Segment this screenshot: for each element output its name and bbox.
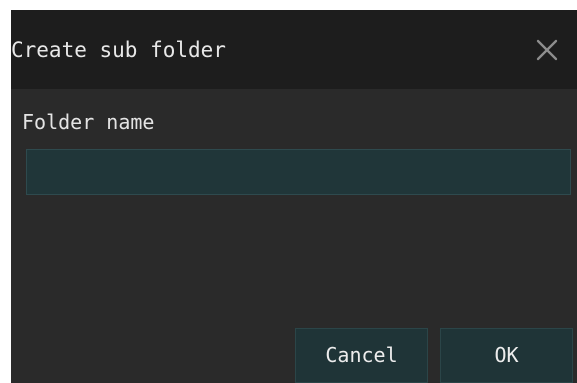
dialog-title: Create sub folder	[11, 38, 226, 62]
close-icon	[536, 39, 558, 61]
create-sub-folder-dialog: Create sub folder Folder name Cancel OK	[11, 10, 577, 383]
dialog-content: Folder name Cancel OK	[11, 89, 577, 383]
folder-name-input[interactable]	[26, 149, 571, 195]
ok-button[interactable]: OK	[440, 328, 573, 383]
folder-name-label: Folder name	[22, 110, 155, 134]
close-button[interactable]	[529, 32, 565, 68]
cancel-button[interactable]: Cancel	[295, 328, 428, 383]
dialog-title-bar: Create sub folder	[11, 10, 577, 89]
